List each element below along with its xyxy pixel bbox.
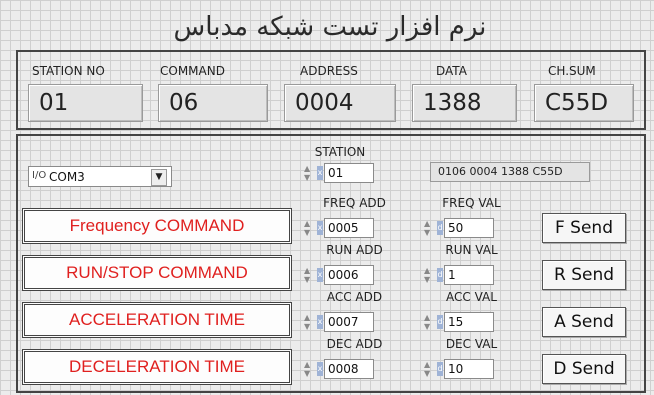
data-label: DATA bbox=[436, 64, 467, 78]
acc-add-input[interactable]: 0007 bbox=[324, 312, 374, 332]
chevron-down-icon[interactable]: ▼ bbox=[151, 169, 167, 186]
command-label: COMMAND bbox=[160, 64, 225, 78]
checksum-field[interactable]: C55D bbox=[534, 84, 634, 122]
station-control[interactable]: ▲ ▼ x 01 bbox=[304, 163, 376, 183]
io-icon: I/O bbox=[32, 170, 47, 181]
run-add-input[interactable]: 0006 bbox=[324, 265, 374, 285]
d-send-button[interactable]: D Send bbox=[542, 354, 626, 384]
acc-val-label: ACC VAL bbox=[446, 290, 497, 304]
radix-indicator[interactable]: d bbox=[437, 315, 443, 329]
dec-add-control[interactable]: ▲ ▼ x 0008 bbox=[304, 359, 376, 379]
spinner-icon[interactable]: ▲ ▼ bbox=[304, 313, 316, 331]
spinner-icon[interactable]: ▲ ▼ bbox=[304, 360, 316, 378]
station-input[interactable]: 01 bbox=[324, 163, 374, 183]
address-field[interactable]: 0004 bbox=[284, 84, 396, 122]
acceleration-time-button[interactable]: ACCELERATION TIME bbox=[22, 302, 292, 338]
spinner-icon[interactable]: ▲ ▼ bbox=[304, 266, 316, 284]
packet-display: 0106 0004 1388 C55D bbox=[430, 162, 590, 182]
checksum-label: CH.SUM bbox=[548, 64, 596, 78]
dec-add-label: DEC ADD bbox=[326, 337, 383, 351]
freq-val-label: FREQ VAL bbox=[442, 196, 501, 210]
acc-val-control[interactable]: ▲ ▼ d 15 bbox=[424, 312, 496, 332]
com-port-value: COM3 bbox=[49, 170, 85, 184]
f-send-button[interactable]: F Send bbox=[542, 213, 626, 243]
command-field[interactable]: 06 bbox=[158, 84, 268, 122]
run-stop-command-button[interactable]: RUN/STOP COMMAND bbox=[22, 255, 292, 291]
radix-indicator[interactable]: x bbox=[317, 362, 323, 376]
acc-add-label: ACC ADD bbox=[326, 290, 383, 304]
spinner-icon[interactable]: ▲ ▼ bbox=[424, 313, 436, 331]
station-label: STATION bbox=[314, 145, 366, 159]
dec-val-label: DEC VAL bbox=[445, 337, 498, 351]
spinner-icon[interactable]: ▲ ▼ bbox=[304, 164, 316, 182]
deceleration-time-button[interactable]: DECELERATION TIME bbox=[22, 349, 292, 385]
acc-val-input[interactable]: 15 bbox=[444, 312, 494, 332]
spinner-icon[interactable]: ▲ ▼ bbox=[304, 219, 316, 237]
run-add-label: RUN ADD bbox=[326, 243, 383, 257]
a-send-button[interactable]: A Send bbox=[542, 307, 626, 337]
radix-indicator[interactable]: x bbox=[317, 268, 323, 282]
radix-indicator[interactable]: x bbox=[317, 221, 323, 235]
station-no-field[interactable]: 01 bbox=[28, 84, 143, 122]
freq-add-label: FREQ ADD bbox=[323, 196, 386, 210]
run-val-label: RUN VAL bbox=[445, 243, 498, 257]
radix-indicator[interactable]: x bbox=[317, 315, 323, 329]
acc-add-control[interactable]: ▲ ▼ x 0007 bbox=[304, 312, 376, 332]
address-label: ADDRESS bbox=[300, 64, 358, 78]
run-val-input[interactable]: 1 bbox=[444, 265, 494, 285]
radix-indicator[interactable]: d bbox=[437, 268, 443, 282]
freq-val-control[interactable]: ▲ ▼ d 50 bbox=[424, 218, 496, 238]
freq-add-control[interactable]: ▲ ▼ x 0005 bbox=[304, 218, 376, 238]
freq-add-input[interactable]: 0005 bbox=[324, 218, 374, 238]
spinner-icon[interactable]: ▲ ▼ bbox=[424, 360, 436, 378]
spinner-icon[interactable]: ▲ ▼ bbox=[424, 266, 436, 284]
frequency-command-button[interactable]: Frequency COMMAND bbox=[22, 208, 292, 244]
freq-val-input[interactable]: 50 bbox=[444, 218, 494, 238]
dec-val-control[interactable]: ▲ ▼ d 10 bbox=[424, 359, 496, 379]
r-send-button[interactable]: R Send bbox=[542, 260, 626, 290]
radix-indicator[interactable]: x bbox=[317, 166, 323, 180]
dec-add-input[interactable]: 0008 bbox=[324, 359, 374, 379]
dec-val-input[interactable]: 10 bbox=[444, 359, 494, 379]
com-port-select[interactable]: I/O COM3 ▼ bbox=[28, 166, 172, 187]
station-no-label: STATION NO bbox=[32, 64, 105, 78]
run-val-control[interactable]: ▲ ▼ d 1 bbox=[424, 265, 496, 285]
run-add-control[interactable]: ▲ ▼ x 0006 bbox=[304, 265, 376, 285]
radix-indicator[interactable]: d bbox=[437, 221, 443, 235]
radix-indicator[interactable]: d bbox=[437, 362, 443, 376]
app-title: نرم افزار تست شبکه مدباس bbox=[173, 12, 487, 42]
data-field[interactable]: 1388 bbox=[412, 84, 517, 122]
spinner-icon[interactable]: ▲ ▼ bbox=[424, 219, 436, 237]
